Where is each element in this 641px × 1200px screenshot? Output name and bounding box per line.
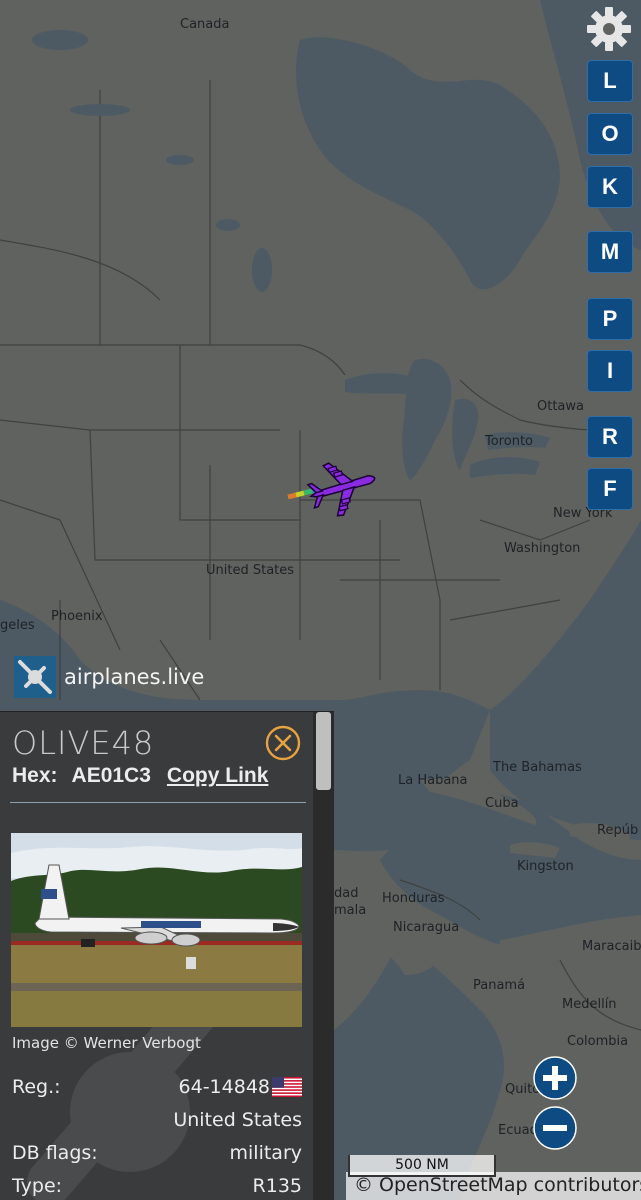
- country-value: United States: [173, 1109, 302, 1131]
- zoom-out-minus-icon[interactable]: [533, 1106, 577, 1150]
- brand-name: airplanes.live: [64, 665, 205, 689]
- db-flags-value: military: [229, 1142, 303, 1164]
- copy-link[interactable]: Copy Link: [167, 764, 269, 787]
- map-label-kingston: Kingston: [517, 859, 574, 874]
- map-label-cuba: Cuba: [485, 796, 519, 811]
- aircraft-photo[interactable]: [11, 833, 302, 1027]
- aircraft-callsign: OLIVE48: [12, 724, 155, 762]
- close-circle-icon[interactable]: [265, 725, 301, 761]
- type-value: R135: [252, 1175, 302, 1197]
- brand-logo-icon: [14, 656, 56, 698]
- type-label: Type:: [12, 1175, 63, 1197]
- map-label-nicaragua: Nicaragua: [393, 920, 460, 935]
- hex-value: AE01C3: [71, 764, 151, 787]
- map-label-toronto: Toronto: [485, 434, 533, 449]
- map-label-bahamas: The Bahamas: [493, 760, 582, 775]
- settings-gear-icon[interactable]: [584, 4, 634, 54]
- db-flags-label: DB flags:: [12, 1142, 98, 1164]
- map-label-guatemala-partial: dad: [334, 886, 359, 901]
- divider: [10, 802, 306, 803]
- zoom-in-plus-icon[interactable]: [533, 1056, 577, 1100]
- toggle-button-O[interactable]: O: [587, 113, 633, 155]
- map-label-phoenix: Phoenix: [51, 609, 103, 624]
- hex-row: Hex: AE01C3 Copy Link: [12, 764, 268, 788]
- toggle-button-I[interactable]: I: [587, 350, 633, 392]
- reg-value: 64-14848: [178, 1076, 270, 1098]
- map-label-panama: Panamá: [473, 978, 526, 993]
- reg-label: Reg.:: [12, 1076, 61, 1098]
- map-label-republic: Repúb: [597, 823, 639, 838]
- map-label-washington: Washington: [504, 541, 581, 556]
- panel-scrollbar[interactable]: [313, 712, 334, 1200]
- toggle-button-M[interactable]: M: [587, 231, 633, 273]
- map-label-ottawa: Ottawa: [537, 399, 584, 414]
- map-label-honduras: Honduras: [382, 891, 445, 906]
- photo-credit: Image © Werner Verbogt: [12, 1034, 201, 1052]
- map-label-united-states: United States: [206, 563, 295, 578]
- scrollbar-thumb[interactable]: [316, 712, 331, 790]
- map-label-los-angeles: geles: [0, 618, 35, 633]
- map-label-medellin: Medellín: [562, 997, 617, 1012]
- toggle-button-R[interactable]: R: [587, 416, 633, 458]
- toggle-button-P[interactable]: P: [587, 298, 633, 340]
- map-label-maracaibo: Maracaibo: [582, 939, 641, 954]
- map-label-canada: Canada: [180, 17, 230, 32]
- map-label-colombia: Colombia: [567, 1034, 629, 1049]
- hex-label: Hex:: [12, 764, 58, 787]
- map-label-la-habana: La Habana: [398, 773, 468, 788]
- toggle-button-K[interactable]: K: [587, 166, 633, 208]
- map-label-mala-partial: mala: [334, 903, 367, 918]
- map-scale-bar: 500 NM: [348, 1155, 496, 1177]
- brand[interactable]: airplanes.live: [14, 656, 204, 698]
- toggle-button-F[interactable]: F: [587, 468, 633, 510]
- toggle-button-L[interactable]: L: [587, 60, 633, 102]
- aircraft-info-panel: OLIVE48 Hex: AE01C3 Copy Link Image © We…: [0, 711, 334, 1200]
- us-flag-icon: [272, 1077, 302, 1097]
